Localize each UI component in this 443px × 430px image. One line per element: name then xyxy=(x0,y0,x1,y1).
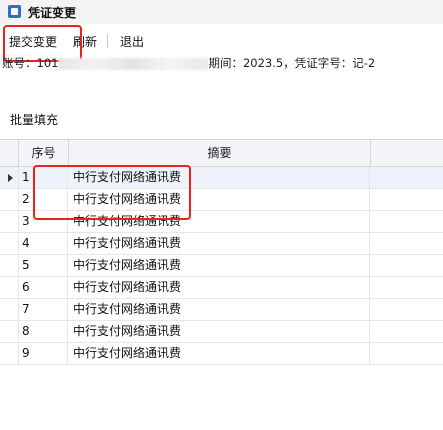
row-indicator-cell xyxy=(0,321,19,342)
summary-cell[interactable]: 中行支付网络通讯费 xyxy=(69,299,370,320)
row-number: 9 xyxy=(19,343,68,364)
summary-cell[interactable]: 中行支付网络通讯费 xyxy=(69,277,370,298)
row-indicator-cell xyxy=(0,211,19,232)
summary-cell[interactable]: 中行支付网络通讯费 xyxy=(69,321,370,342)
row-indicator-cell xyxy=(0,277,19,298)
row-number: 6 xyxy=(19,277,68,298)
redacted-area xyxy=(58,57,209,70)
row-number: 7 xyxy=(19,299,68,320)
row-number: 8 xyxy=(19,321,68,342)
row-indicator-cell xyxy=(0,233,19,254)
row-number: 4 xyxy=(19,233,68,254)
summary-cell[interactable]: 中行支付网络通讯费 xyxy=(69,255,370,276)
batch-fill-button[interactable]: 批量填充 xyxy=(10,111,58,128)
summary-cell[interactable]: 中行支付网络通讯费 xyxy=(69,233,370,254)
table-row[interactable]: 6 中行支付网络通讯费 xyxy=(0,277,443,299)
current-row-arrow-icon xyxy=(8,174,13,182)
app-icon xyxy=(8,5,21,18)
row-indicator-cell xyxy=(0,343,19,364)
toolbar-separator xyxy=(107,34,108,48)
row-indicator-cell xyxy=(0,189,19,210)
row-number: 5 xyxy=(19,255,68,276)
column-header-summary[interactable]: 摘要 xyxy=(69,140,370,166)
table-row[interactable]: 7 中行支付网络通讯费 xyxy=(0,299,443,321)
account-label: 账号：101 xyxy=(2,56,59,70)
title-bar: 凭证变更 xyxy=(0,0,443,24)
column-header-index[interactable]: 序号 xyxy=(19,140,68,166)
table-row[interactable]: 4 中行支付网络通讯费 xyxy=(0,233,443,255)
table-row[interactable]: 5 中行支付网络通讯费 xyxy=(0,255,443,277)
header-divider xyxy=(370,140,371,166)
exit-button[interactable]: 退出 xyxy=(120,33,144,50)
window-title: 凭证变更 xyxy=(28,6,77,20)
highlight-box-rows xyxy=(33,165,191,220)
row-indicator-cell xyxy=(0,167,19,188)
table-row[interactable]: 9 中行支付网络通讯费 xyxy=(0,343,443,365)
row-indicator-cell xyxy=(0,255,19,276)
table-row[interactable]: 8 中行支付网络通讯费 xyxy=(0,321,443,343)
period-voucher-info: 期间：2023.5，凭证字号：记-2 xyxy=(208,56,376,70)
row-indicator-cell xyxy=(0,299,19,320)
grid-header: 序号 摘要 xyxy=(0,140,443,167)
voucher-info-line: 账号：101 期间：2023.5，凭证字号：记-2 xyxy=(2,55,375,71)
summary-cell[interactable]: 中行支付网络通讯费 xyxy=(69,343,370,364)
